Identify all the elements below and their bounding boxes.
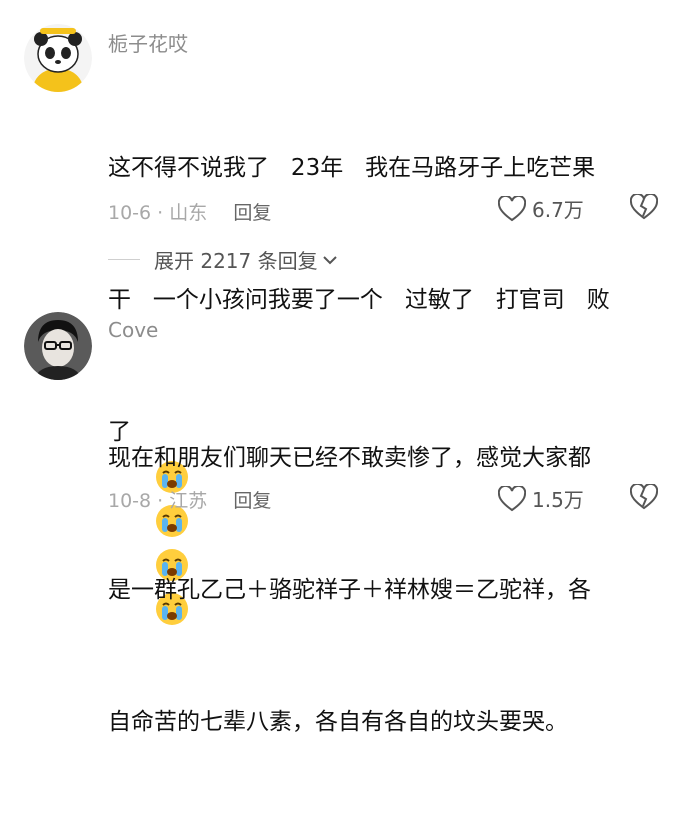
comment-text-line: 自命苦的七辈八素，各自有各自的坟头要哭。 [108,709,568,735]
person-avatar-icon [24,312,92,380]
broken-heart-icon [629,482,659,510]
like-button[interactable]: 6.7万 [498,194,584,223]
comment-location: 山东 [169,202,208,224]
broken-heart-icon [629,192,659,220]
comment-text-line: 干 一个小孩问我要了一个 过敏了 打官司 败 [108,287,610,313]
panda-avatar-icon [24,24,92,92]
dislike-button[interactable] [629,192,659,224]
meta-separator: · [151,202,170,224]
chevron-down-icon [322,255,337,264]
divider [108,259,140,260]
avatar[interactable] [24,24,92,92]
avatar[interactable] [24,312,92,380]
expand-replies-label: 展开 2217 条回复 [154,249,318,273]
comment-meta: 10-8 · 江苏 回复 [108,486,271,513]
comment-text-line: 是一群孔乙己＋骆驼祥子＋祥林嫂＝乙驼祥，各 [108,577,591,603]
heart-icon [498,485,526,511]
reply-button[interactable]: 回复 [233,202,271,224]
username[interactable]: 栀子花哎 [108,28,188,57]
heart-icon [498,195,526,221]
like-count: 1.5万 [532,488,584,512]
comment-date: 10-6 [108,202,152,224]
like-button[interactable]: 1.5万 [498,484,584,513]
comment-meta: 10-6 · 山东 回复 [108,198,271,225]
comment-text-line: 现在和朋友们聊天已经不敢卖惨了，感觉大家都 [108,445,591,471]
dislike-button[interactable] [629,482,659,514]
meta-separator: · [151,490,170,512]
comment-date: 10-8 [108,490,152,512]
comment-location: 江苏 [169,490,208,512]
username[interactable]: Cove [108,318,158,342]
comment-text-line: 这不得不说我了 23年 我在马路牙子上吃芒果 [108,155,596,181]
like-count: 6.7万 [532,198,584,222]
comment-text: 现在和朋友们聊天已经不敢卖惨了，感觉大家都 是一群孔乙己＋骆驼祥子＋祥林嫂＝乙驼… [108,348,668,832]
expand-replies[interactable]: 展开 2217 条回复 [108,245,338,274]
reply-button[interactable]: 回复 [233,490,271,512]
